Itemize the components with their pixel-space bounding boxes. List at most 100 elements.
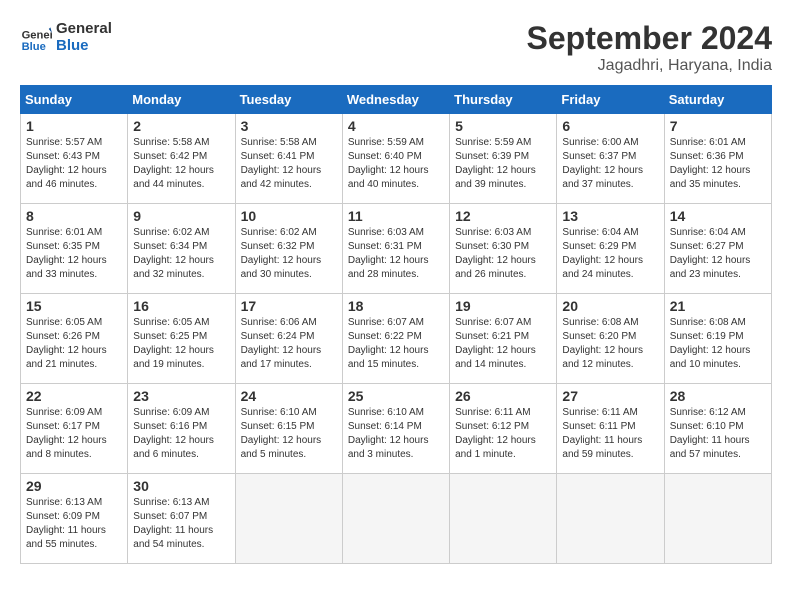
- table-row: [450, 474, 557, 564]
- day-number: 11: [348, 208, 444, 224]
- day-number: 24: [241, 388, 337, 404]
- table-row: 25 Sunrise: 6:10 AMSunset: 6:14 PMDaylig…: [342, 384, 449, 474]
- table-row: 20 Sunrise: 6:08 AMSunset: 6:20 PMDaylig…: [557, 294, 664, 384]
- table-row: [664, 474, 771, 564]
- logo-icon: General Blue: [20, 21, 52, 53]
- day-info: Sunrise: 6:01 AMSunset: 6:36 PMDaylight:…: [670, 136, 766, 192]
- page-header: General Blue General Blue September 2024…: [20, 20, 772, 75]
- table-row: 6 Sunrise: 6:00 AMSunset: 6:37 PMDayligh…: [557, 114, 664, 204]
- table-row: 30 Sunrise: 6:13 AMSunset: 6:07 PMDaylig…: [128, 474, 235, 564]
- col-wednesday: Wednesday: [342, 86, 449, 114]
- col-sunday: Sunday: [21, 86, 128, 114]
- day-number: 4: [348, 118, 444, 134]
- table-row: 17 Sunrise: 6:06 AMSunset: 6:24 PMDaylig…: [235, 294, 342, 384]
- day-info: Sunrise: 6:10 AMSunset: 6:14 PMDaylight:…: [348, 406, 444, 462]
- table-row: 16 Sunrise: 6:05 AMSunset: 6:25 PMDaylig…: [128, 294, 235, 384]
- day-number: 14: [670, 208, 766, 224]
- day-number: 6: [562, 118, 658, 134]
- day-info: Sunrise: 6:04 AMSunset: 6:29 PMDaylight:…: [562, 226, 658, 282]
- day-info: Sunrise: 5:58 AMSunset: 6:41 PMDaylight:…: [241, 136, 337, 192]
- day-number: 30: [133, 478, 229, 494]
- day-info: Sunrise: 6:09 AMSunset: 6:17 PMDaylight:…: [26, 406, 122, 462]
- table-row: [342, 474, 449, 564]
- day-number: 15: [26, 298, 122, 314]
- svg-text:Blue: Blue: [22, 41, 46, 53]
- day-number: 25: [348, 388, 444, 404]
- day-info: Sunrise: 6:03 AMSunset: 6:31 PMDaylight:…: [348, 226, 444, 282]
- logo-general: General: [56, 20, 112, 37]
- day-number: 23: [133, 388, 229, 404]
- day-number: 19: [455, 298, 551, 314]
- table-row: 23 Sunrise: 6:09 AMSunset: 6:16 PMDaylig…: [128, 384, 235, 474]
- day-info: Sunrise: 6:07 AMSunset: 6:21 PMDaylight:…: [455, 316, 551, 372]
- day-number: 29: [26, 478, 122, 494]
- table-row: 11 Sunrise: 6:03 AMSunset: 6:31 PMDaylig…: [342, 204, 449, 294]
- title-section: September 2024 Jagadhri, Haryana, India: [527, 20, 772, 75]
- table-row: 1 Sunrise: 5:57 AMSunset: 6:43 PMDayligh…: [21, 114, 128, 204]
- day-number: 2: [133, 118, 229, 134]
- day-number: 26: [455, 388, 551, 404]
- col-saturday: Saturday: [664, 86, 771, 114]
- table-row: 9 Sunrise: 6:02 AMSunset: 6:34 PMDayligh…: [128, 204, 235, 294]
- table-row: 28 Sunrise: 6:12 AMSunset: 6:10 PMDaylig…: [664, 384, 771, 474]
- day-info: Sunrise: 5:57 AMSunset: 6:43 PMDaylight:…: [26, 136, 122, 192]
- table-row: 4 Sunrise: 5:59 AMSunset: 6:40 PMDayligh…: [342, 114, 449, 204]
- table-row: 13 Sunrise: 6:04 AMSunset: 6:29 PMDaylig…: [557, 204, 664, 294]
- table-row: 14 Sunrise: 6:04 AMSunset: 6:27 PMDaylig…: [664, 204, 771, 294]
- table-row: 10 Sunrise: 6:02 AMSunset: 6:32 PMDaylig…: [235, 204, 342, 294]
- day-info: Sunrise: 6:00 AMSunset: 6:37 PMDaylight:…: [562, 136, 658, 192]
- day-info: Sunrise: 6:05 AMSunset: 6:25 PMDaylight:…: [133, 316, 229, 372]
- day-number: 8: [26, 208, 122, 224]
- table-row: 12 Sunrise: 6:03 AMSunset: 6:30 PMDaylig…: [450, 204, 557, 294]
- table-row: 24 Sunrise: 6:10 AMSunset: 6:15 PMDaylig…: [235, 384, 342, 474]
- table-row: 21 Sunrise: 6:08 AMSunset: 6:19 PMDaylig…: [664, 294, 771, 384]
- table-row: 15 Sunrise: 6:05 AMSunset: 6:26 PMDaylig…: [21, 294, 128, 384]
- day-info: Sunrise: 5:59 AMSunset: 6:40 PMDaylight:…: [348, 136, 444, 192]
- table-row: 2 Sunrise: 5:58 AMSunset: 6:42 PMDayligh…: [128, 114, 235, 204]
- day-number: 17: [241, 298, 337, 314]
- month-title: September 2024: [527, 20, 772, 57]
- day-info: Sunrise: 6:01 AMSunset: 6:35 PMDaylight:…: [26, 226, 122, 282]
- day-info: Sunrise: 6:04 AMSunset: 6:27 PMDaylight:…: [670, 226, 766, 282]
- day-number: 28: [670, 388, 766, 404]
- col-thursday: Thursday: [450, 86, 557, 114]
- day-info: Sunrise: 6:11 AMSunset: 6:12 PMDaylight:…: [455, 406, 551, 462]
- day-info: Sunrise: 6:06 AMSunset: 6:24 PMDaylight:…: [241, 316, 337, 372]
- calendar-week-row: 29 Sunrise: 6:13 AMSunset: 6:09 PMDaylig…: [21, 474, 772, 564]
- day-number: 12: [455, 208, 551, 224]
- day-info: Sunrise: 6:07 AMSunset: 6:22 PMDaylight:…: [348, 316, 444, 372]
- calendar-week-row: 1 Sunrise: 5:57 AMSunset: 6:43 PMDayligh…: [21, 114, 772, 204]
- day-number: 27: [562, 388, 658, 404]
- day-info: Sunrise: 6:02 AMSunset: 6:32 PMDaylight:…: [241, 226, 337, 282]
- table-row: 29 Sunrise: 6:13 AMSunset: 6:09 PMDaylig…: [21, 474, 128, 564]
- day-number: 1: [26, 118, 122, 134]
- day-number: 13: [562, 208, 658, 224]
- logo: General Blue General Blue: [20, 20, 112, 54]
- table-row: 19 Sunrise: 6:07 AMSunset: 6:21 PMDaylig…: [450, 294, 557, 384]
- table-row: 8 Sunrise: 6:01 AMSunset: 6:35 PMDayligh…: [21, 204, 128, 294]
- table-row: [557, 474, 664, 564]
- col-friday: Friday: [557, 86, 664, 114]
- day-info: Sunrise: 5:58 AMSunset: 6:42 PMDaylight:…: [133, 136, 229, 192]
- col-tuesday: Tuesday: [235, 86, 342, 114]
- table-row: [235, 474, 342, 564]
- day-number: 3: [241, 118, 337, 134]
- day-info: Sunrise: 6:10 AMSunset: 6:15 PMDaylight:…: [241, 406, 337, 462]
- table-row: 26 Sunrise: 6:11 AMSunset: 6:12 PMDaylig…: [450, 384, 557, 474]
- svg-text:General: General: [22, 30, 52, 42]
- day-info: Sunrise: 6:03 AMSunset: 6:30 PMDaylight:…: [455, 226, 551, 282]
- day-info: Sunrise: 6:05 AMSunset: 6:26 PMDaylight:…: [26, 316, 122, 372]
- table-row: 5 Sunrise: 5:59 AMSunset: 6:39 PMDayligh…: [450, 114, 557, 204]
- day-info: Sunrise: 6:02 AMSunset: 6:34 PMDaylight:…: [133, 226, 229, 282]
- day-info: Sunrise: 6:13 AMSunset: 6:07 PMDaylight:…: [133, 496, 229, 552]
- day-number: 21: [670, 298, 766, 314]
- day-number: 7: [670, 118, 766, 134]
- calendar-week-row: 15 Sunrise: 6:05 AMSunset: 6:26 PMDaylig…: [21, 294, 772, 384]
- calendar-table: Sunday Monday Tuesday Wednesday Thursday…: [20, 85, 772, 564]
- calendar-week-row: 22 Sunrise: 6:09 AMSunset: 6:17 PMDaylig…: [21, 384, 772, 474]
- table-row: 3 Sunrise: 5:58 AMSunset: 6:41 PMDayligh…: [235, 114, 342, 204]
- day-number: 18: [348, 298, 444, 314]
- day-number: 22: [26, 388, 122, 404]
- day-info: Sunrise: 6:11 AMSunset: 6:11 PMDaylight:…: [562, 406, 658, 462]
- day-number: 20: [562, 298, 658, 314]
